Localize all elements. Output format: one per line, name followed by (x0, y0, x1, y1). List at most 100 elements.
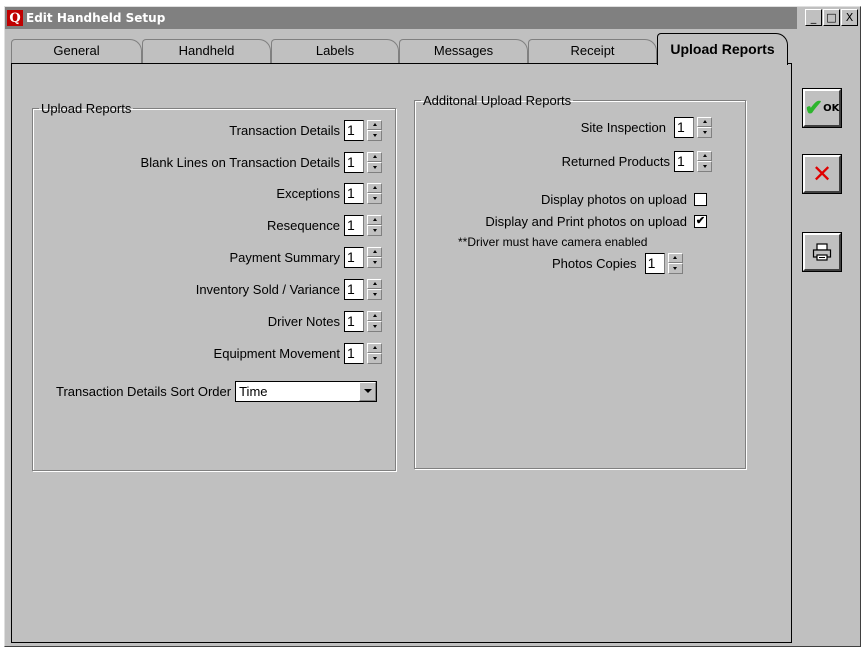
app-logo-icon: Q (7, 10, 23, 26)
close-button[interactable]: X (841, 9, 858, 26)
cancel-button[interactable]: ✕ (803, 155, 841, 193)
returned-products-label: Returned Products (561, 153, 670, 169)
resequence-row: Resequence 1 (52, 214, 382, 236)
spin-down-arrow-icon[interactable] (667, 263, 683, 274)
upload-reports-legend: Upload Reports (41, 101, 132, 116)
tab-upload-reports[interactable]: Upload Reports (657, 33, 788, 65)
maximize-button[interactable]: □ (823, 9, 840, 26)
edit-handheld-setup-window: Q Edit Handheld Setup _ □ X General Hand… (4, 6, 861, 647)
site-inspection-label: Site Inspection (580, 119, 666, 135)
site-inspection-row: Site Inspection 1 (512, 116, 712, 138)
photo-copies-value[interactable]: 1 (644, 252, 665, 274)
equipment-movement-value[interactable]: 1 (344, 342, 364, 364)
driver-notes-value[interactable]: 1 (344, 310, 364, 332)
inventory-sold-spinner[interactable]: 1 (344, 278, 382, 300)
resequence-label: Resequence (267, 217, 340, 233)
spin-down-arrow-icon[interactable] (367, 321, 382, 332)
photo-copies-spinner[interactable]: 1 (644, 252, 683, 274)
transaction-details-spinner[interactable]: 1 (344, 119, 382, 141)
tab-strip: General Handheld Labels Messages Receipt… (11, 33, 792, 65)
payment-summary-row: Payment Summary 1 (52, 246, 382, 268)
spin-up-arrow-icon[interactable] (367, 246, 382, 257)
tab-messages[interactable]: Messages (399, 39, 528, 64)
sort-order-label: Transaction Details Sort Order (56, 383, 232, 399)
blank-lines-value[interactable]: 1 (344, 151, 364, 173)
spin-down-arrow-icon[interactable] (697, 127, 712, 138)
tab-handheld[interactable]: Handheld (142, 39, 271, 64)
spin-up-arrow-icon[interactable] (697, 116, 712, 127)
driver-notes-label: Driver Notes (267, 313, 340, 329)
returned-products-row: Returned Products 1 (512, 150, 712, 172)
photo-copies-row: Photos Copies 1 (552, 252, 683, 274)
print-button[interactable] (803, 233, 841, 271)
blank-lines-row: Blank Lines on Transaction Details 1 (52, 151, 382, 173)
equipment-movement-label: Equipment Movement (213, 345, 340, 361)
action-button-strip: ✔ OK ✕ (797, 29, 860, 646)
spin-up-arrow-icon[interactable] (367, 119, 382, 130)
blank-lines-spinner[interactable]: 1 (344, 151, 382, 173)
title-bar[interactable]: Q Edit Handheld Setup (5, 7, 797, 29)
display-photos-row: Display photos on upload (452, 188, 707, 210)
ok-button[interactable]: ✔ OK (803, 89, 841, 127)
spin-down-arrow-icon[interactable] (367, 289, 382, 300)
equipment-movement-row: Equipment Movement 1 (52, 342, 382, 364)
spin-down-arrow-icon[interactable] (367, 130, 382, 141)
spin-down-arrow-icon[interactable] (367, 353, 382, 364)
transaction-details-value[interactable]: 1 (344, 119, 364, 141)
sort-order-value: Time (239, 383, 268, 399)
spin-up-arrow-icon[interactable] (367, 310, 382, 321)
ok-label: OK (823, 102, 840, 114)
driver-notes-spinner[interactable]: 1 (344, 310, 382, 332)
site-inspection-value[interactable]: 1 (674, 116, 694, 138)
exceptions-value[interactable]: 1 (344, 182, 364, 204)
site-inspection-spinner[interactable]: 1 (674, 116, 712, 138)
blank-lines-label: Blank Lines on Transaction Details (140, 154, 340, 170)
returned-products-value[interactable]: 1 (674, 150, 694, 172)
equipment-movement-spinner[interactable]: 1 (344, 342, 382, 364)
transaction-details-label: Transaction Details (229, 122, 340, 138)
spin-down-arrow-icon[interactable] (367, 162, 382, 173)
spin-down-arrow-icon[interactable] (367, 193, 382, 204)
exceptions-spinner[interactable]: 1 (344, 182, 382, 204)
dropdown-arrow-icon[interactable] (359, 381, 377, 401)
photo-copies-label: Photos Copies (552, 255, 637, 271)
window-title: Edit Handheld Setup (26, 11, 166, 25)
display-print-photos-checkbox[interactable]: ✔ (694, 214, 707, 228)
minimize-button[interactable]: _ (805, 9, 822, 26)
inventory-sold-label: Inventory Sold / Variance (195, 281, 340, 297)
payment-summary-spinner[interactable]: 1 (344, 246, 382, 268)
spin-up-arrow-icon[interactable] (697, 150, 712, 161)
spin-down-arrow-icon[interactable] (367, 257, 382, 268)
sort-order-row: Transaction Details Sort Order Time (56, 380, 378, 402)
spin-up-arrow-icon[interactable] (367, 342, 382, 353)
sort-order-dropdown[interactable]: Time (235, 380, 378, 402)
additional-upload-reports-legend: Additonal Upload Reports (423, 93, 572, 108)
payment-summary-value[interactable]: 1 (344, 246, 364, 268)
resequence-spinner[interactable]: 1 (344, 214, 382, 236)
resequence-value[interactable]: 1 (344, 214, 364, 236)
display-print-photos-row: Display and Print photos on upload ✔ (452, 210, 707, 232)
display-print-photos-label: Display and Print photos on upload (485, 213, 687, 229)
tab-general[interactable]: General (11, 39, 142, 64)
payment-summary-label: Payment Summary (229, 249, 340, 265)
upload-reports-page: Upload Reports Transaction Details 1 Bla… (11, 63, 792, 643)
inventory-sold-value[interactable]: 1 (344, 278, 364, 300)
printer-icon (812, 243, 832, 261)
spin-up-arrow-icon[interactable] (367, 278, 382, 289)
display-photos-checkbox[interactable] (694, 192, 707, 206)
window-controls: _ □ X (804, 9, 858, 26)
display-photos-label: Display photos on upload (541, 191, 687, 207)
tab-receipt[interactable]: Receipt (528, 39, 657, 64)
spin-up-arrow-icon[interactable] (667, 252, 683, 263)
spin-up-arrow-icon[interactable] (367, 151, 382, 162)
x-icon: ✕ (811, 160, 833, 188)
exceptions-row: Exceptions 1 (52, 182, 382, 204)
transaction-details-row: Transaction Details 1 (52, 119, 382, 141)
spin-down-arrow-icon[interactable] (367, 225, 382, 236)
spin-up-arrow-icon[interactable] (367, 182, 382, 193)
spin-down-arrow-icon[interactable] (697, 161, 712, 172)
tab-labels[interactable]: Labels (271, 39, 399, 64)
spin-up-arrow-icon[interactable] (367, 214, 382, 225)
returned-products-spinner[interactable]: 1 (674, 150, 712, 172)
inventory-sold-row: Inventory Sold / Variance 1 (52, 278, 382, 300)
